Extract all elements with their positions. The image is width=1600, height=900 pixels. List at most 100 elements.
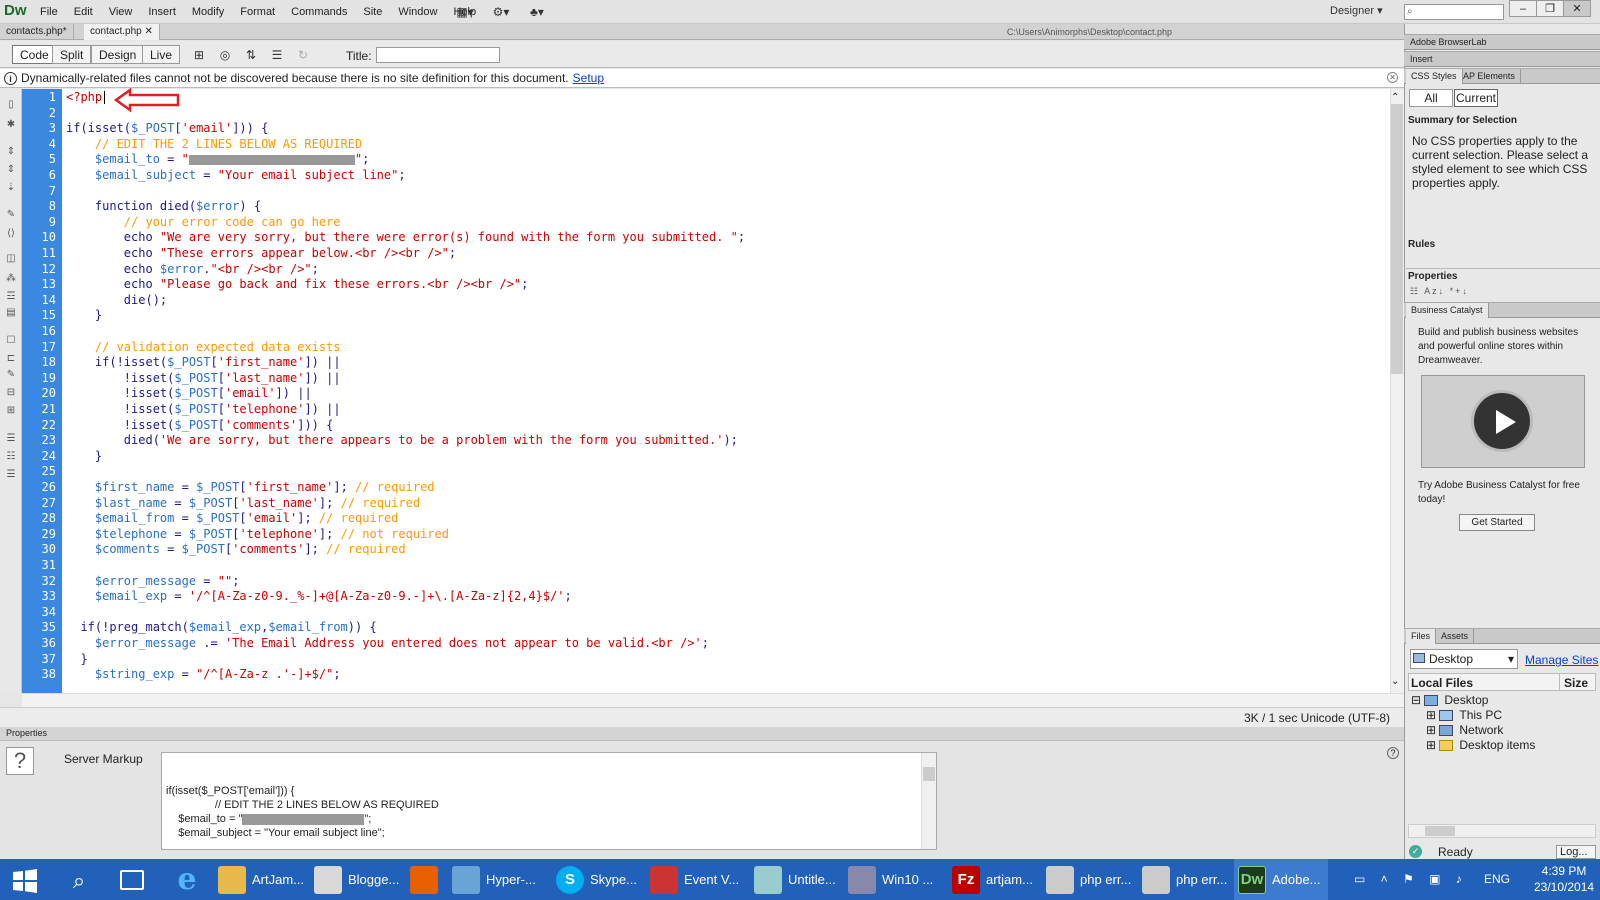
code-line[interactable]: $email_subject = "Your email subject lin… bbox=[66, 167, 406, 183]
live-view-button[interactable]: Live bbox=[142, 45, 181, 64]
workspace-switcher[interactable]: Designer ▾ bbox=[1330, 4, 1383, 17]
code-tool-icon[interactable]: ⇣ bbox=[3, 180, 19, 194]
code-line[interactable]: } bbox=[66, 448, 102, 464]
code-tool-icon[interactable]: ☷ bbox=[3, 449, 19, 463]
code-line[interactable]: $error_message .= 'The Email Address you… bbox=[66, 635, 709, 651]
site-icon[interactable]: ♣▾ bbox=[524, 3, 550, 21]
taskbar-app[interactable]: S Skype... bbox=[552, 859, 646, 900]
check-page-icon[interactable]: ☰ bbox=[264, 46, 290, 64]
code-line[interactable]: $comments = $_POST['comments']; // requi… bbox=[66, 541, 406, 557]
taskbar-app[interactable]: Dw Adobe... bbox=[1234, 859, 1328, 900]
scroll-up-icon[interactable]: ⌃ bbox=[1391, 92, 1399, 103]
menu-file[interactable]: File bbox=[32, 6, 66, 18]
code-line[interactable]: $first_name = $_POST['first_name']; // r… bbox=[66, 479, 435, 495]
taskbar-app[interactable]: Untitle... bbox=[750, 859, 844, 900]
taskbar-app[interactable]: ArtJam... bbox=[214, 859, 310, 900]
code-horizontal-scrollbar[interactable] bbox=[22, 693, 1404, 707]
code-tool-icon[interactable]: ⊞ bbox=[3, 403, 19, 417]
code-line[interactable]: $telephone = $_POST['telephone']; // not… bbox=[66, 526, 449, 542]
tab-contact[interactable]: contact.php ✕ bbox=[84, 24, 160, 40]
code-line[interactable]: <?php bbox=[66, 89, 102, 105]
code-tool-icon[interactable]: ☰ bbox=[3, 431, 19, 445]
title-input[interactable] bbox=[376, 47, 500, 63]
tree-item-desktop-items[interactable]: ⊞ Desktop items bbox=[1426, 738, 1535, 752]
code-editor[interactable]: <?php if(isset($_POST['email'])) { // EDI… bbox=[62, 89, 1390, 693]
code-line[interactable]: $last_name = $_POST['last_name']; // req… bbox=[66, 495, 420, 511]
tab-business-catalyst[interactable]: Business Catalyst bbox=[1406, 303, 1489, 318]
code-line[interactable]: if(!isset($_POST['first_name']) || bbox=[66, 354, 341, 370]
taskbar-app[interactable]: php err... bbox=[1042, 859, 1138, 900]
code-line[interactable]: echo "These errors appear below.<br /><b… bbox=[66, 245, 456, 261]
files-horizontal-scrollbar[interactable] bbox=[1408, 824, 1596, 838]
code-line[interactable]: echo "Please go back and fix these error… bbox=[66, 276, 529, 292]
preview-icon[interactable]: ◎ bbox=[212, 46, 238, 64]
code-line[interactable]: // validation expected data exists bbox=[66, 339, 341, 355]
help-icon[interactable]: ? bbox=[1387, 747, 1399, 759]
code-tool-icon[interactable]: ▤ bbox=[3, 305, 19, 319]
tab-css-styles[interactable]: CSS Styles bbox=[1406, 69, 1463, 84]
close-button[interactable]: ✕ bbox=[1563, 0, 1591, 17]
code-tool-icon[interactable]: ☐ bbox=[3, 333, 19, 347]
code-tool-icon[interactable]: ✱ bbox=[3, 117, 19, 131]
taskbar-app[interactable]: Hyper-... bbox=[448, 859, 552, 900]
task-view-icon[interactable] bbox=[120, 870, 144, 890]
code-tool-icon[interactable]: ✎ bbox=[3, 367, 19, 381]
code-tool-icon[interactable]: ▯ bbox=[3, 97, 19, 111]
browserlab-header[interactable]: Adobe BrowserLab bbox=[1404, 34, 1600, 50]
code-tool-icon[interactable]: ☰ bbox=[3, 467, 19, 481]
close-info-icon[interactable]: ✕ bbox=[1387, 72, 1398, 83]
tab-assets[interactable]: Assets bbox=[1436, 629, 1475, 644]
markup-scrollbar[interactable] bbox=[921, 753, 936, 849]
tab-files[interactable]: Files bbox=[1406, 629, 1437, 644]
scrollbar-thumb[interactable] bbox=[1391, 104, 1403, 374]
code-line[interactable]: $error_message = ""; bbox=[66, 573, 240, 589]
code-line[interactable]: die(); bbox=[66, 292, 167, 308]
split-view-button[interactable]: Split bbox=[52, 45, 92, 64]
code-tool-icon[interactable]: ⊟ bbox=[3, 385, 19, 399]
scroll-down-icon[interactable]: ⌄ bbox=[1391, 676, 1399, 687]
tree-item-this-pc[interactable]: ⊞ This PC bbox=[1426, 708, 1502, 722]
internet-explorer-icon[interactable]: e bbox=[170, 863, 204, 897]
code-line[interactable]: !isset($_POST['telephone']) || bbox=[66, 401, 341, 417]
code-line[interactable]: // your error code can go here bbox=[66, 214, 341, 230]
code-tool-icon[interactable]: ☲ bbox=[3, 289, 19, 303]
tab-contacts[interactable]: contacts.php* bbox=[0, 24, 74, 40]
tree-item-network[interactable]: ⊞ Network bbox=[1426, 723, 1503, 737]
code-line[interactable]: function died($error) { bbox=[66, 198, 261, 214]
css-all-button[interactable]: All bbox=[1409, 89, 1453, 107]
close-tab-icon[interactable]: ✕ bbox=[145, 26, 153, 37]
code-line[interactable]: $email_to = " "; bbox=[66, 151, 369, 167]
code-tool-icon[interactable]: ⇕ bbox=[3, 162, 19, 176]
code-line[interactable]: $string_exp = "/^[A-Za-z .'-]+$/"; bbox=[66, 666, 341, 682]
code-line[interactable]: $email_from = $_POST['email']; // requir… bbox=[66, 510, 399, 526]
menu-modify[interactable]: Modify bbox=[184, 6, 232, 18]
menu-insert[interactable]: Insert bbox=[140, 6, 184, 18]
taskbar-app[interactable]: Event V... bbox=[646, 859, 750, 900]
search-input[interactable]: ⌕ bbox=[1404, 4, 1504, 20]
code-line[interactable]: // EDIT THE 2 LINES BELOW AS REQUIRED bbox=[66, 136, 362, 152]
menu-window[interactable]: Window bbox=[390, 6, 445, 18]
server-markup-box[interactable]: if(isset($_POST['email'])) { // EDIT THE… bbox=[161, 752, 937, 850]
tray-icons[interactable]: ▭ ˄ ⚑ ▣ ♪ bbox=[1354, 872, 1468, 886]
taskbar-app[interactable]: Blogge... bbox=[310, 859, 406, 900]
code-line[interactable]: died('We are sorry, but there appears to… bbox=[66, 432, 738, 448]
setup-link[interactable]: Setup bbox=[573, 71, 604, 85]
code-tool-icon[interactable]: ✎ bbox=[3, 207, 19, 221]
code-line[interactable]: !isset($_POST['last_name']) || bbox=[66, 370, 341, 386]
code-line[interactable]: if(!preg_match($email_exp,$email_from)) … bbox=[66, 619, 376, 635]
log-button[interactable]: Log... bbox=[1556, 845, 1596, 859]
code-tool-icon[interactable]: ⁂ bbox=[3, 271, 19, 285]
taskbar-app[interactable]: Fz artjam... bbox=[948, 859, 1042, 900]
manage-sites-link[interactable]: Manage Sites bbox=[1525, 653, 1598, 667]
design-view-button[interactable]: Design bbox=[91, 45, 145, 64]
menu-view[interactable]: View bbox=[101, 6, 141, 18]
refresh-icon[interactable]: ↻ bbox=[290, 46, 316, 64]
layout-icon[interactable]: ▦▾ bbox=[452, 3, 478, 21]
local-files-column[interactable]: Local Files bbox=[1411, 676, 1473, 690]
menu-commands[interactable]: Commands bbox=[283, 6, 355, 18]
restore-button[interactable]: ❐ bbox=[1536, 0, 1564, 17]
taskbar-app[interactable]: php err... bbox=[1138, 859, 1234, 900]
minimize-button[interactable]: – bbox=[1509, 0, 1537, 17]
multiscreen-icon[interactable]: ⊞ bbox=[186, 46, 212, 64]
menu-site[interactable]: Site bbox=[355, 6, 390, 18]
